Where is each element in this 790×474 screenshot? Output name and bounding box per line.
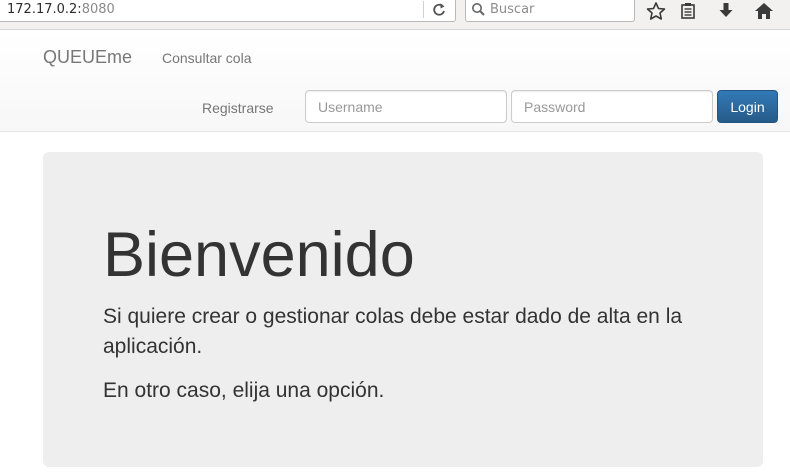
page-title: Bienvenido <box>103 220 415 290</box>
nav-link-consultar-cola[interactable]: Consultar cola <box>162 50 252 66</box>
home-icon[interactable] <box>753 1 775 21</box>
login-button[interactable]: Login <box>717 90 778 123</box>
password-input[interactable] <box>511 90 713 123</box>
welcome-jumbotron: Bienvenido Si quiere crear o gestionar c… <box>43 152 763 467</box>
username-input[interactable] <box>305 90 507 123</box>
search-icon <box>472 3 485 16</box>
welcome-text: Si quiere crear o gestionar colas debe e… <box>103 305 683 358</box>
brand-logo[interactable]: QUEUEme <box>43 47 132 68</box>
register-link[interactable]: Registrarse <box>202 100 274 116</box>
browser-search-input[interactable]: Buscar <box>465 0 635 22</box>
search-placeholder: Buscar <box>490 2 535 17</box>
bookmark-star-icon[interactable] <box>645 1 667 21</box>
reading-list-icon[interactable] <box>677 1 699 21</box>
reload-icon[interactable] <box>429 0 449 20</box>
url-host: 172.17.0.2: <box>7 2 82 17</box>
url-text: 172.17.0.2:8080 <box>7 2 115 17</box>
alternative-text: En otro caso, elija una opción. <box>103 379 385 402</box>
download-icon[interactable] <box>715 1 737 21</box>
url-divider <box>423 1 424 18</box>
url-port: 8080 <box>81 2 115 17</box>
browser-toolbar: 172.17.0.2:8080 Buscar <box>0 0 790 30</box>
url-bar[interactable]: 172.17.0.2:8080 <box>0 0 456 22</box>
navbar: QUEUEme Consultar cola Registrarse Login <box>0 31 790 132</box>
